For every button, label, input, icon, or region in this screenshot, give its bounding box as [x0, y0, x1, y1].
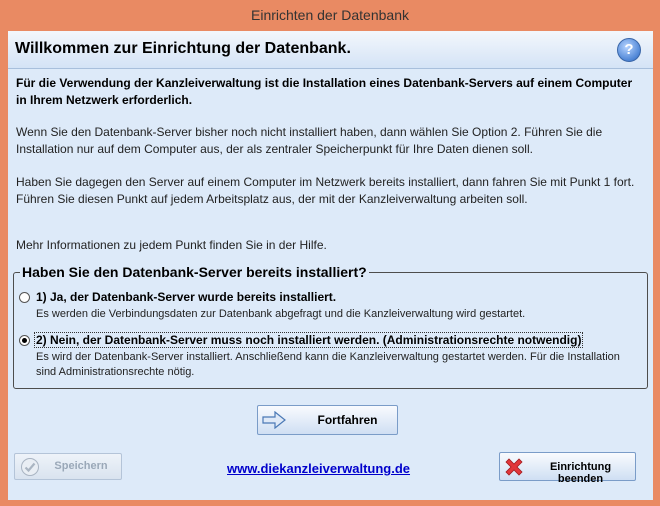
- help-icon[interactable]: ?: [617, 38, 641, 62]
- paragraph-existing-install: Haben Sie dagegen den Server auf einem C…: [16, 175, 635, 206]
- paragraph-new-install: Wenn Sie den Datenbank-Server bisher noc…: [16, 125, 603, 156]
- arrow-right-icon: [262, 411, 286, 429]
- page-title: Willkommen zur Einrichtung der Datenbank…: [15, 40, 351, 57]
- install-option-group: Haben Sie den Datenbank-Server bereits i…: [13, 264, 648, 389]
- continue-button-label: Fortfahren: [317, 413, 378, 427]
- end-setup-button[interactable]: Einrichtung beenden: [499, 452, 636, 485]
- option-1-label[interactable]: 1) Ja, der Datenbank-Server wurde bereit…: [36, 290, 336, 304]
- red-x-icon: [505, 458, 523, 476]
- continue-button[interactable]: Fortfahren: [257, 405, 398, 435]
- radio-option-2[interactable]: [19, 335, 30, 346]
- option-2-label[interactable]: 2) Nein, der Datenbank-Server muss noch …: [34, 332, 584, 348]
- save-button-label: Speichern: [54, 460, 108, 472]
- checkmark-circle-icon: [21, 458, 39, 476]
- save-button[interactable]: Speichern: [14, 453, 122, 480]
- radio-option-1[interactable]: [19, 292, 30, 303]
- website-link[interactable]: www.diekanzleiverwaltung.de: [227, 461, 410, 476]
- end-setup-button-label: Einrichtung beenden: [549, 461, 612, 485]
- intro-text: Für die Verwendung der Kanzleiverwaltung…: [16, 76, 633, 107]
- option-group-legend: Haben Sie den Datenbank-Server bereits i…: [20, 264, 369, 280]
- window-title: Einrichten der Datenbank: [251, 7, 409, 23]
- option-2-description: Es wird der Datenbank-Server installiert…: [36, 351, 620, 378]
- setup-window: Einrichten der Datenbank Willkommen zur …: [0, 0, 660, 506]
- dialog-client-area: Willkommen zur Einrichtung der Datenbank…: [8, 31, 653, 500]
- paragraph-help-hint: Mehr Informationen zu jedem Punkt finden…: [16, 238, 327, 252]
- option-1-description: Es werden die Verbindungsdaten zur Daten…: [36, 308, 526, 320]
- dialog-header: Willkommen zur Einrichtung der Datenbank…: [8, 31, 653, 69]
